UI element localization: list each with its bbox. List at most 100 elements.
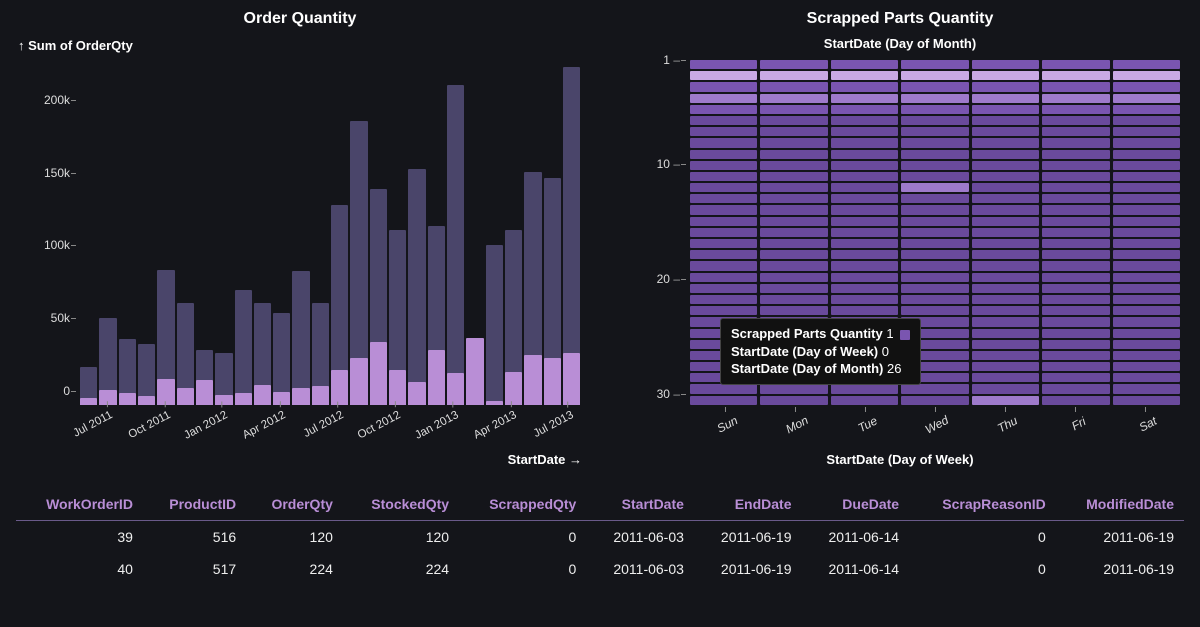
- heatmap-cell[interactable]: [760, 239, 827, 248]
- heatmap-cell[interactable]: [831, 205, 898, 214]
- heatmap-cell[interactable]: [831, 161, 898, 170]
- heatmap-cell[interactable]: [972, 239, 1039, 248]
- heatmap-cell[interactable]: [1113, 306, 1180, 315]
- heatmap-cell[interactable]: [1113, 127, 1180, 136]
- column-header[interactable]: DueDate: [802, 490, 910, 521]
- heatmap-cell[interactable]: [690, 94, 757, 103]
- heatmap-cell[interactable]: [972, 295, 1039, 304]
- table-row[interactable]: 4051722422402011-06-032011-06-192011-06-…: [16, 553, 1184, 585]
- heatmap-cell[interactable]: [972, 396, 1039, 405]
- heatmap-cell[interactable]: [760, 217, 827, 226]
- heatmap-cell[interactable]: [690, 161, 757, 170]
- heatmap-cell[interactable]: [972, 71, 1039, 80]
- heatmap-cell[interactable]: [760, 82, 827, 91]
- bar[interactable]: [312, 70, 329, 405]
- heatmap-cell[interactable]: [1042, 183, 1109, 192]
- column-header[interactable]: EndDate: [694, 490, 802, 521]
- bar[interactable]: [215, 70, 232, 405]
- heatmap-cell[interactable]: [1042, 82, 1109, 91]
- heatmap-cell[interactable]: [690, 306, 757, 315]
- heatmap-cell[interactable]: [972, 373, 1039, 382]
- heatmap-cell[interactable]: [972, 82, 1039, 91]
- bar[interactable]: [428, 70, 445, 405]
- heatmap-cell[interactable]: [972, 194, 1039, 203]
- heatmap-cell[interactable]: [1042, 384, 1109, 393]
- heatmap-cell[interactable]: [690, 127, 757, 136]
- heatmap-cell[interactable]: [831, 138, 898, 147]
- heatmap-cell[interactable]: [901, 284, 968, 293]
- heatmap-cell[interactable]: [972, 329, 1039, 338]
- heatmap-cell[interactable]: [690, 239, 757, 248]
- heatmap-cell[interactable]: [760, 194, 827, 203]
- heatmap-cell[interactable]: [1113, 71, 1180, 80]
- heatmap-cell[interactable]: [760, 138, 827, 147]
- heatmap-cell[interactable]: [831, 71, 898, 80]
- heatmap-cell[interactable]: [760, 161, 827, 170]
- bar[interactable]: [99, 70, 116, 405]
- heatmap-cell[interactable]: [1113, 273, 1180, 282]
- heatmap-cell[interactable]: [901, 105, 968, 114]
- heatmap-cell[interactable]: [690, 116, 757, 125]
- heatmap-cell[interactable]: [972, 161, 1039, 170]
- heatmap-cell[interactable]: [690, 295, 757, 304]
- heatmap-cell[interactable]: [901, 127, 968, 136]
- heatmap-cell[interactable]: [1113, 373, 1180, 382]
- heatmap-cell[interactable]: [901, 250, 968, 259]
- heatmap-cell[interactable]: [972, 250, 1039, 259]
- heatmap-cell[interactable]: [1042, 340, 1109, 349]
- column-header[interactable]: WorkOrderID: [16, 490, 143, 521]
- heatmap-cell[interactable]: [1113, 329, 1180, 338]
- heatmap-cell[interactable]: [1042, 116, 1109, 125]
- heatmap-cell[interactable]: [690, 284, 757, 293]
- bar[interactable]: [544, 70, 561, 405]
- heatmap-cell[interactable]: [1042, 306, 1109, 315]
- heatmap-cell[interactable]: [831, 194, 898, 203]
- heatmap-cell[interactable]: [831, 306, 898, 315]
- heatmap-cell[interactable]: [1042, 351, 1109, 360]
- heatmap-cell[interactable]: [760, 94, 827, 103]
- heatmap-cell[interactable]: [831, 396, 898, 405]
- heatmap-cell[interactable]: [1113, 351, 1180, 360]
- bar[interactable]: [486, 70, 503, 405]
- heatmap-cell[interactable]: [831, 250, 898, 259]
- heatmap-cell[interactable]: [1042, 127, 1109, 136]
- bar[interactable]: [505, 70, 522, 405]
- heatmap-cell[interactable]: [972, 384, 1039, 393]
- heatmap-cell[interactable]: [760, 250, 827, 259]
- heatmap-cell[interactable]: [1042, 239, 1109, 248]
- heatmap-cell[interactable]: [972, 273, 1039, 282]
- heatmap-cell[interactable]: [1113, 362, 1180, 371]
- heatmap-cell[interactable]: [901, 396, 968, 405]
- heatmap-cell[interactable]: [901, 217, 968, 226]
- heatmap-cell[interactable]: [690, 82, 757, 91]
- heatmap-cell[interactable]: [972, 351, 1039, 360]
- heatmap-cell[interactable]: [760, 384, 827, 393]
- heatmap-cell[interactable]: [901, 205, 968, 214]
- heatmap-cell[interactable]: [831, 172, 898, 181]
- heatmap-cell[interactable]: [1113, 384, 1180, 393]
- heatmap-cell[interactable]: [972, 284, 1039, 293]
- heatmap-cell[interactable]: [901, 172, 968, 181]
- heatmap-cell[interactable]: [1042, 228, 1109, 237]
- heatmap-cell[interactable]: [1113, 105, 1180, 114]
- heatmap-cell[interactable]: [831, 116, 898, 125]
- heatmap-cell[interactable]: [1113, 317, 1180, 326]
- heatmap-cell[interactable]: [760, 71, 827, 80]
- bar[interactable]: [196, 70, 213, 405]
- heatmap-cell[interactable]: [831, 384, 898, 393]
- heatmap-cell[interactable]: [690, 138, 757, 147]
- heatmap-cell[interactable]: [760, 284, 827, 293]
- heatmap-cell[interactable]: [1042, 396, 1109, 405]
- heatmap-cell[interactable]: [972, 138, 1039, 147]
- heatmap-cell[interactable]: [831, 105, 898, 114]
- heatmap-cell[interactable]: [901, 94, 968, 103]
- heatmap-cell[interactable]: [831, 228, 898, 237]
- heatmap-cell[interactable]: [1113, 82, 1180, 91]
- heatmap-cell[interactable]: [1113, 183, 1180, 192]
- heatmap-cell[interactable]: [690, 250, 757, 259]
- bar[interactable]: [119, 70, 136, 405]
- heatmap-cell[interactable]: [1113, 116, 1180, 125]
- bar[interactable]: [157, 70, 174, 405]
- heatmap-cell[interactable]: [831, 217, 898, 226]
- heatmap-cell[interactable]: [1113, 228, 1180, 237]
